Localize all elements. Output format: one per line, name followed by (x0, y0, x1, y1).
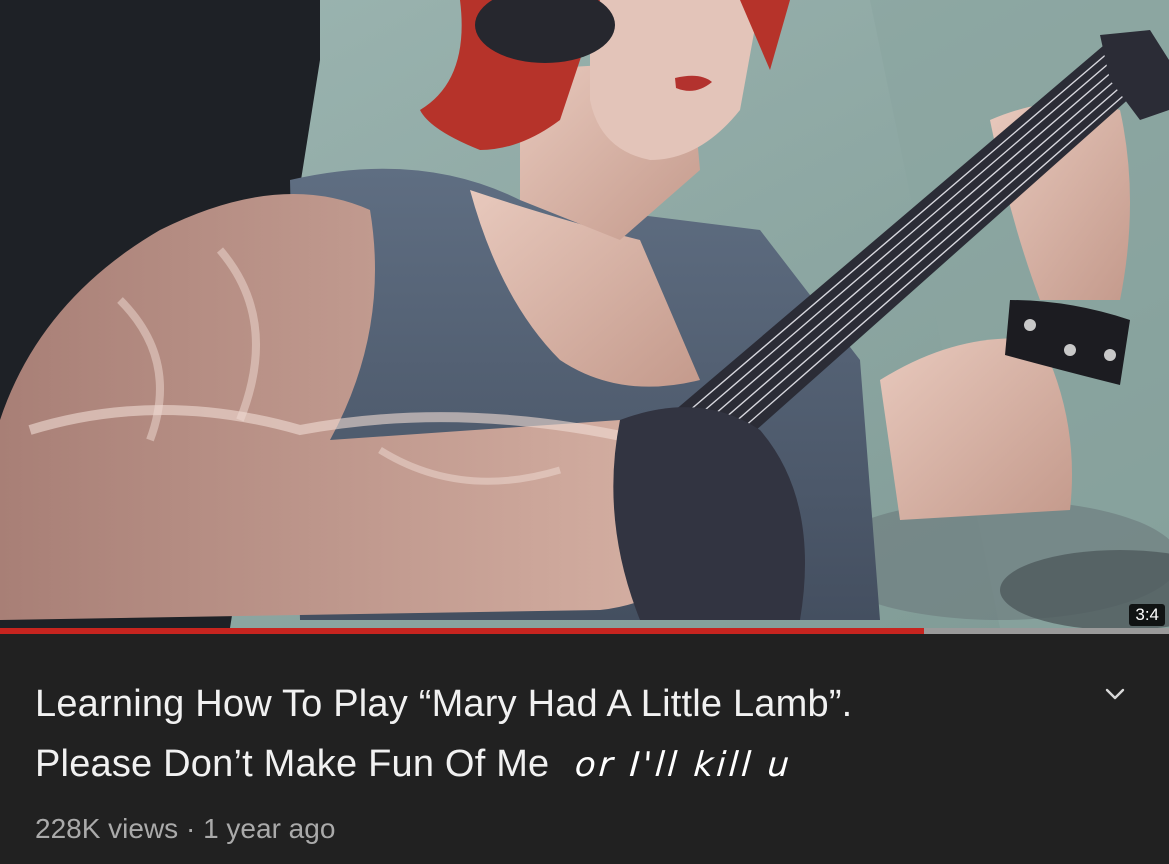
video-title-line-2-text: Please Don’t Make Fun Of Me (35, 743, 550, 785)
video-meta: 228K views · 1 year ago (35, 812, 335, 846)
video-player[interactable]: 3:4 (0, 0, 1169, 628)
video-thumbnail (0, 0, 1169, 628)
video-title-line-2: Please Don’t Make Fun Of Me or I'll kill … (35, 734, 1045, 795)
view-count: 228K views (35, 813, 179, 844)
video-title[interactable]: Learning How To Play “Mary Had A Little … (35, 674, 1045, 795)
upload-age: 1 year ago (203, 813, 336, 844)
video-title-line-1: Learning How To Play “Mary Had A Little … (35, 683, 853, 725)
handwritten-note: or I'll kill u (574, 745, 794, 785)
video-info-panel: Learning How To Play “Mary Had A Little … (0, 634, 1169, 864)
meta-separator: · (185, 813, 196, 844)
video-page: 3:4 Learning How To Play “Mary Had A Lit… (0, 0, 1169, 864)
chevron-down-icon[interactable] (1100, 682, 1130, 706)
video-duration-badge: 3:4 (1129, 604, 1165, 626)
